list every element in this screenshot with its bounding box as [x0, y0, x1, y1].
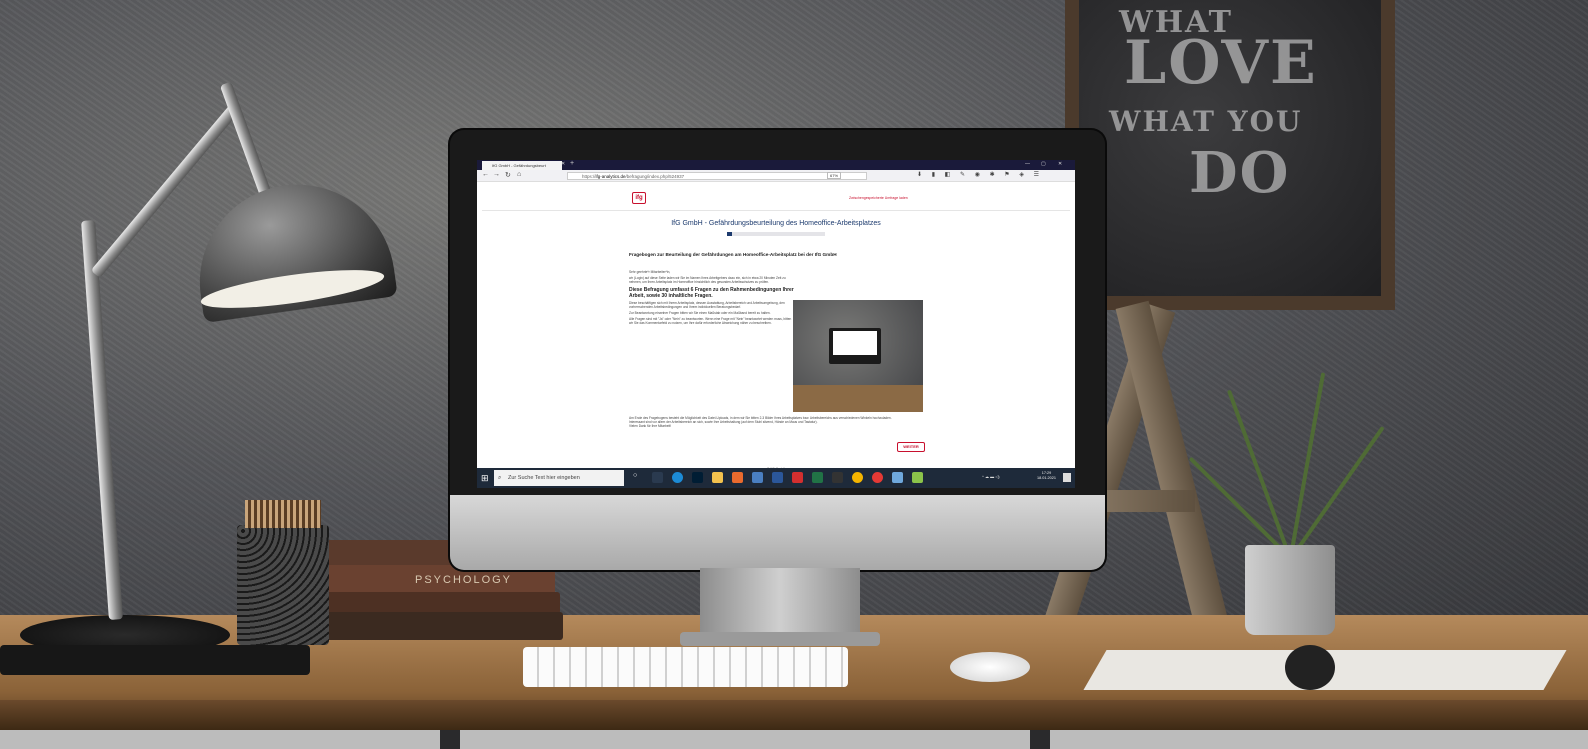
window-close-icon[interactable]: ✕: [1058, 161, 1062, 167]
pencil-holder: [237, 525, 329, 645]
lead-paragraph: Diese Befragung umfasst 6 Fragen zu den …: [629, 286, 794, 299]
chalkboard-text-2: LOVE: [1124, 28, 1318, 98]
search-placeholder: Zur Suche Text hier eingeben: [508, 475, 580, 481]
close-tab-icon[interactable]: ✕: [561, 161, 565, 167]
chalkboard: WHAT LOVE WHAT YOU DO: [1065, 0, 1395, 310]
maximize-icon[interactable]: ▢: [1041, 161, 1046, 167]
drawer-middle: [460, 730, 1030, 749]
app-icon-2[interactable]: [892, 472, 903, 483]
browser-tab-bar: IfG GmbH - Gefährdungsbeurt ✕ + — ▢ ✕: [477, 160, 1075, 170]
zoom-indicator[interactable]: 67%: [827, 172, 842, 179]
chrome-icon[interactable]: [852, 472, 863, 483]
system-tray[interactable]: ^ ☁ ▬ ◁): [982, 474, 1000, 479]
pencils: [245, 500, 321, 528]
closing-text: Am Ende des Fragebogens besteht die Mögl…: [629, 416, 929, 429]
clock-date: 18.01.2021: [1037, 476, 1057, 480]
workspace-image: [793, 300, 923, 412]
imac-stand-foot: [680, 632, 880, 646]
thanks: Vielen Dank für Ihre Mitarbeit!: [629, 424, 672, 429]
search-icon: ⌕: [498, 475, 502, 481]
monitor-screen: IfG GmbH - Gefährdungsbeurt ✕ + — ▢ ✕ ← …: [477, 160, 1075, 488]
chalkboard-text-4: DO: [1189, 140, 1291, 206]
minimize-icon[interactable]: —: [1025, 161, 1030, 167]
paragraph-3: Alle Fragen sind mit "Ja" oder "Nein" zu…: [629, 317, 792, 326]
notebook: [0, 645, 310, 675]
progress-fill: [727, 232, 732, 236]
bridge-icon[interactable]: [832, 472, 843, 483]
plant-pot: [1245, 545, 1335, 635]
address-bar[interactable]: https://ifg-analytics.de/befragung/index…: [567, 172, 867, 180]
outlook-icon[interactable]: [772, 472, 783, 483]
paragraph-1: Diese beschäftigen sich mit Ihrem Arbeit…: [629, 300, 785, 309]
url-path: /befragung/index.php/524937: [625, 174, 685, 179]
keyboard: [523, 647, 848, 687]
intro-paragraph: wir (Login) auf diese Seite laden wir Si…: [629, 276, 786, 285]
drawer-left: [0, 730, 440, 749]
opera-icon[interactable]: [872, 472, 883, 483]
edge-icon[interactable]: [672, 472, 683, 483]
next-button[interactable]: WEITER: [897, 442, 925, 452]
paragraph-2: Zur Beantwortung einzelner Fragen bitten…: [629, 311, 771, 316]
page-title: IfG GmbH - Gefährdungsbeurteilung des Ho…: [671, 220, 881, 227]
drawer-right: [1050, 730, 1588, 749]
survey-page: ifg Zwischengespeicherte Umfrage laden I…: [477, 182, 1075, 471]
notification-icon[interactable]: [1063, 473, 1071, 482]
intro-text: Sehr geehrte*r Mitarbeiter*in, wir (Logi…: [629, 270, 794, 328]
greeting: Sehr geehrte*r Mitarbeiter*in,: [629, 270, 671, 274]
glasses: [1285, 645, 1335, 690]
toolbar-icons[interactable]: ⬇ ▮ ◧ ✎ ◉ ✱ ⚑ ◈ ☰: [917, 171, 1043, 178]
acrobat-icon[interactable]: [792, 472, 803, 483]
excel-icon[interactable]: [812, 472, 823, 483]
new-tab-icon[interactable]: +: [570, 160, 574, 167]
app-icon-3[interactable]: [912, 472, 923, 483]
chalkboard-text-3: WHAT YOU: [1109, 105, 1303, 138]
file-explorer-icon[interactable]: [712, 472, 723, 483]
forward-icon[interactable]: →: [493, 171, 500, 178]
navigation-bar: ← → ↻ ⌂ https://ifg-analytics.de/befragu…: [477, 170, 1075, 182]
desk-edge: [0, 700, 1588, 730]
book-bottom: [318, 612, 563, 640]
url-prefix: https://: [582, 174, 596, 179]
taskbar-search[interactable]: ⌕ Zur Suche Text hier eingeben: [494, 470, 624, 486]
app-icon[interactable]: [752, 472, 763, 483]
header-divider: [482, 210, 1070, 211]
mouse: [950, 652, 1030, 682]
back-icon[interactable]: ←: [482, 171, 489, 178]
windows-taskbar: ⊞ ⌕ Zur Suche Text hier eingeben ○ ^ ☁ ▬ …: [477, 468, 1075, 488]
reload-icon[interactable]: ↻: [505, 171, 511, 179]
windows-start-icon[interactable]: ⊞: [481, 473, 491, 483]
progress-bar: [727, 232, 825, 236]
photoshop-icon[interactable]: [692, 472, 703, 483]
imac-chin: [450, 495, 1105, 570]
url-host: ifg-analytics.de: [595, 174, 626, 179]
browser-tab[interactable]: IfG GmbH - Gefährdungsbeurt: [482, 161, 562, 170]
firefox-icon[interactable]: [732, 472, 743, 483]
home-icon[interactable]: ⌂: [517, 171, 521, 178]
taskbar-clock[interactable]: 17:29 18.01.2021: [1037, 471, 1056, 481]
load-saved-survey-link[interactable]: Zwischengespeicherte Umfrage laden: [849, 196, 908, 200]
cortana-icon[interactable]: ○: [633, 472, 644, 483]
task-view-icon[interactable]: [652, 472, 663, 483]
book-third: [320, 592, 560, 614]
ifg-logo: ifg: [632, 192, 646, 204]
survey-subtitle: Fragebogen zur Beurteilung der Gefährdun…: [629, 252, 837, 257]
imac-stand: [700, 568, 860, 638]
